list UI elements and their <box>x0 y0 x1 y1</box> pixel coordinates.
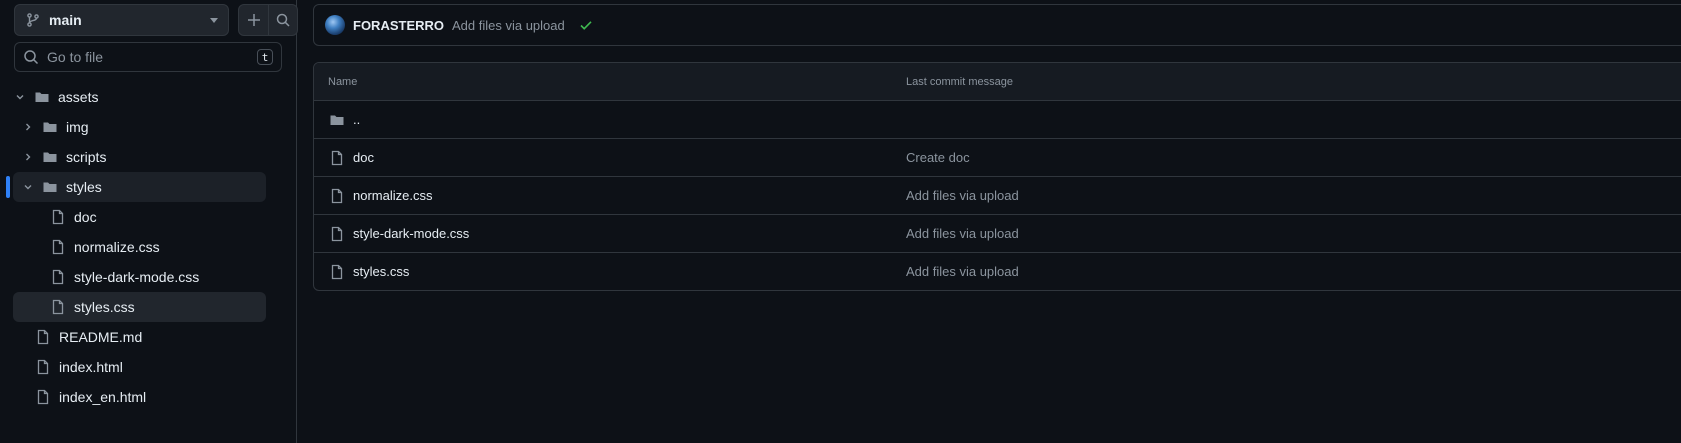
file-icon <box>35 329 51 345</box>
go-to-file-field[interactable]: t <box>14 42 282 72</box>
row-name[interactable]: doc <box>353 150 374 165</box>
latest-commit-bar: FORASTERRO Add files via upload <box>313 4 1681 46</box>
row-name[interactable]: normalize.css <box>353 188 432 203</box>
folder-icon <box>34 89 50 105</box>
chevron-right-icon <box>20 149 36 165</box>
tree-item-label: assets <box>58 89 99 105</box>
tree-item-label: styles <box>66 179 102 195</box>
table-row[interactable]: normalize.css Add files via upload <box>314 177 1681 215</box>
file-icon <box>50 269 66 285</box>
file-icon <box>50 299 66 315</box>
table-row[interactable]: doc Create doc <box>314 139 1681 177</box>
avatar[interactable] <box>325 15 345 35</box>
keyboard-shortcut-badge: t <box>257 49 273 65</box>
file-icon <box>50 209 66 225</box>
tree-folder-img[interactable]: img <box>20 112 266 142</box>
branch-name: main <box>49 12 82 28</box>
tree-folder-scripts[interactable]: scripts <box>20 142 266 172</box>
table-row[interactable]: styles.css Add files via upload <box>314 253 1681 290</box>
row-commit-message[interactable]: Add files via upload <box>906 188 1019 203</box>
tree-file-doc[interactable]: doc <box>50 202 266 232</box>
chevron-down-icon <box>20 179 36 195</box>
tree-item-label: normalize.css <box>74 239 160 255</box>
tree-file-normalize[interactable]: normalize.css <box>50 232 266 262</box>
file-icon <box>329 188 345 204</box>
tree-item-label: styles.css <box>74 299 135 315</box>
row-commit-message[interactable]: Create doc <box>906 150 970 165</box>
file-icon <box>35 389 51 405</box>
plus-icon <box>247 14 260 26</box>
search-icon <box>23 49 39 65</box>
table-row[interactable]: style-dark-mode.css Add files via upload <box>314 215 1681 253</box>
table-row-parent-dir[interactable]: .. <box>314 101 1681 139</box>
file-icon <box>329 264 345 280</box>
go-to-file-input[interactable] <box>47 49 257 65</box>
file-icon <box>329 150 345 166</box>
tree-item-label: img <box>66 119 89 135</box>
table-header: Name Last commit message <box>314 63 1681 101</box>
tree-actions <box>238 4 298 36</box>
tree-file-styles-css[interactable]: styles.css <box>13 292 266 322</box>
caret-down-icon <box>210 17 218 23</box>
folder-icon <box>42 149 58 165</box>
row-commit-message[interactable]: Add files via upload <box>906 226 1019 241</box>
file-tree-sidebar: main t assets img <box>0 0 298 443</box>
tree-file-readme[interactable]: README.md <box>35 322 266 352</box>
folder-icon <box>329 112 345 128</box>
tree-item-label: scripts <box>66 149 107 165</box>
folder-icon <box>42 179 58 195</box>
file-table: Name Last commit message .. doc Create d… <box>313 62 1681 291</box>
active-indicator <box>6 176 10 198</box>
tree-file-index[interactable]: index.html <box>35 352 266 382</box>
search-icon <box>276 13 290 27</box>
tree-folder-styles[interactable]: styles <box>13 172 266 202</box>
chevron-right-icon <box>20 119 36 135</box>
tree-file-index-en[interactable]: index_en.html <box>35 382 266 412</box>
tree-item-label: README.md <box>59 329 143 345</box>
tree-item-label: doc <box>74 209 97 225</box>
tree-folder-assets[interactable]: assets <box>12 82 266 112</box>
file-icon <box>35 359 51 375</box>
commit-message[interactable]: Add files via upload <box>452 18 565 33</box>
tree-item-label: index.html <box>59 359 123 375</box>
row-commit-message[interactable]: Add files via upload <box>906 264 1019 279</box>
search-files-button[interactable] <box>268 5 297 35</box>
tree-item-label: style-dark-mode.css <box>74 269 200 285</box>
branch-selector-button[interactable]: main <box>14 4 229 36</box>
add-file-button[interactable] <box>239 5 268 35</box>
row-name[interactable]: style-dark-mode.css <box>353 226 469 241</box>
column-header-name: Name <box>328 76 358 88</box>
tree-file-style-dark-mode[interactable]: style-dark-mode.css <box>50 262 266 292</box>
check-icon[interactable] <box>579 18 593 32</box>
row-name[interactable]: styles.css <box>353 264 409 279</box>
row-name[interactable]: .. <box>353 112 360 127</box>
commit-author[interactable]: FORASTERRO <box>353 18 444 33</box>
folder-icon <box>42 119 58 135</box>
tree-item-label: index_en.html <box>59 389 147 405</box>
file-icon <box>329 226 345 242</box>
column-header-message: Last commit message <box>906 76 1013 88</box>
git-branch-icon <box>25 12 41 28</box>
file-icon <box>50 239 66 255</box>
chevron-down-icon <box>12 89 28 105</box>
